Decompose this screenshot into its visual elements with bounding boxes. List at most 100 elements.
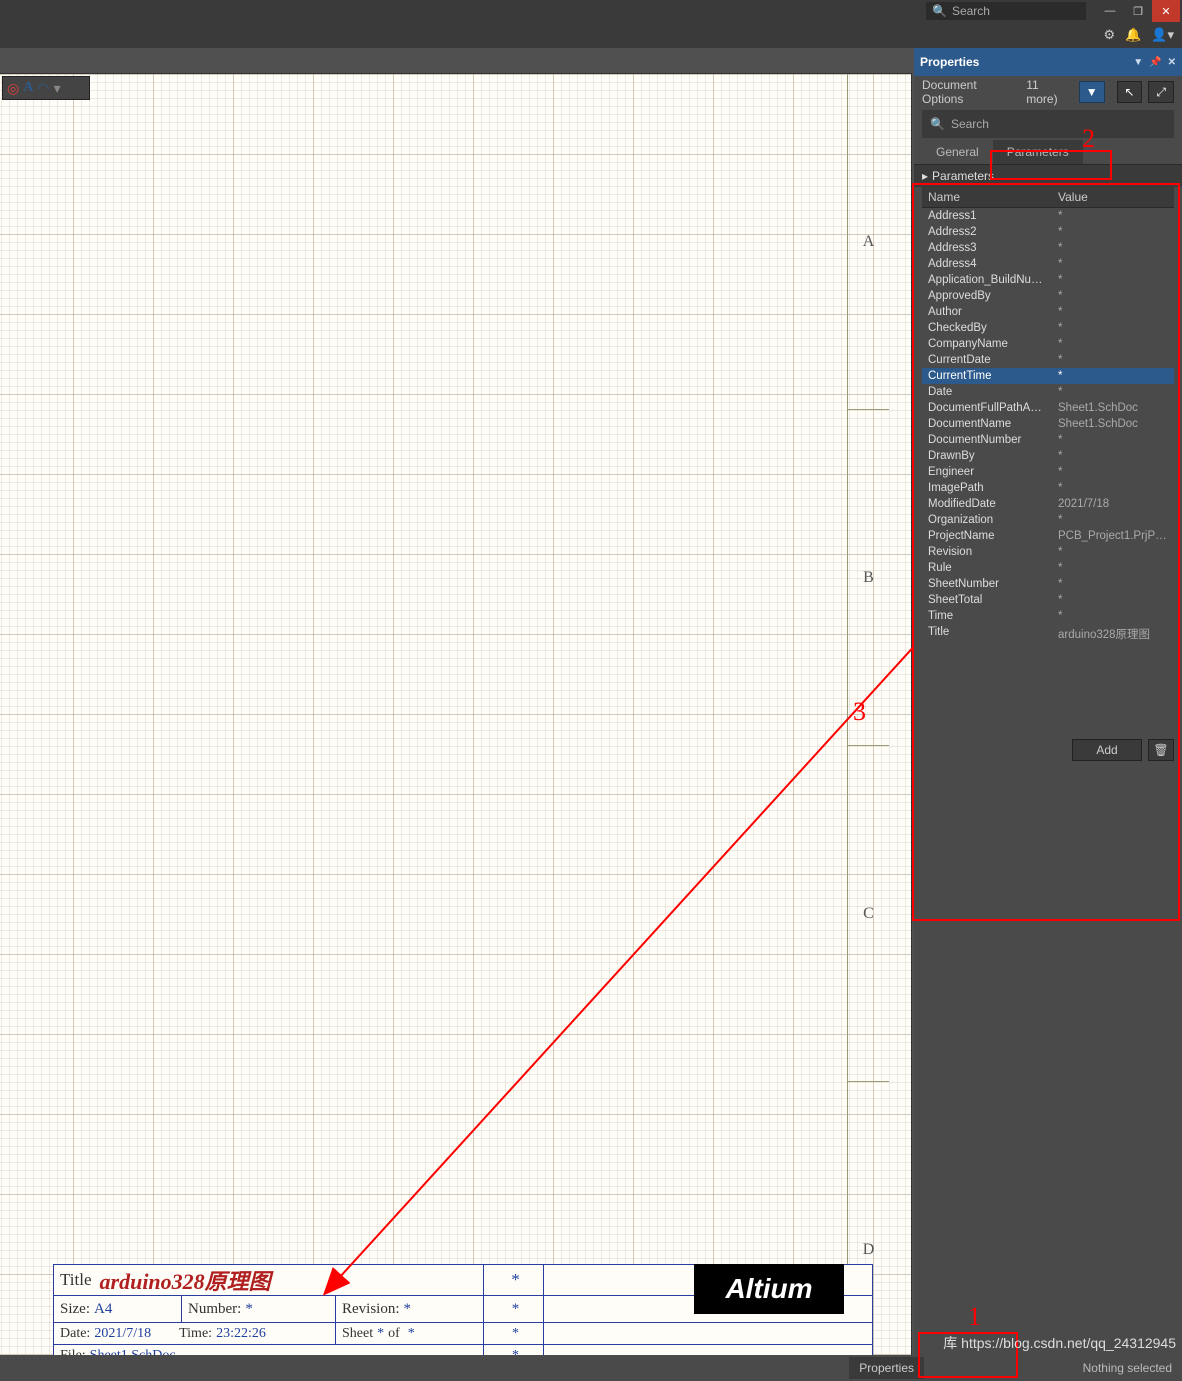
param-value: *	[1052, 560, 1174, 576]
param-row[interactable]: ImagePath*	[922, 480, 1174, 496]
param-row[interactable]: Address1*	[922, 208, 1174, 224]
user-icon[interactable]: 👤▾	[1151, 27, 1174, 43]
maximize-button[interactable]: ❐	[1124, 0, 1152, 22]
param-value: *	[1052, 368, 1174, 384]
param-row[interactable]: Time*	[922, 608, 1174, 624]
param-row[interactable]: DocumentFullPathAndNameSheet1.SchDoc	[922, 400, 1174, 416]
panel-dropdown-icon[interactable]: ▼	[1133, 57, 1143, 68]
annotation-label-2: 2	[1082, 124, 1095, 154]
target-icon[interactable]: ◎	[7, 80, 19, 97]
minimize-button[interactable]: —	[1096, 0, 1124, 22]
param-value: PCB_Project1.PrjPCB	[1052, 528, 1174, 544]
properties-panel: Properties ▼ 📌 ✕ Document Options 11 mor…	[914, 48, 1182, 1355]
param-name: Revision	[922, 544, 1052, 560]
gear-icon[interactable]: ⚙	[1103, 27, 1115, 43]
schematic-sheet: A B C D 3 4 Title arduino328原理图 *	[0, 73, 912, 1355]
expand-button[interactable]: ⤢	[1148, 81, 1174, 103]
param-value: *	[1052, 256, 1174, 272]
pick-button[interactable]: ↖	[1117, 81, 1143, 103]
param-row[interactable]: Author*	[922, 304, 1174, 320]
param-row[interactable]: DocumentNumber*	[922, 432, 1174, 448]
tab-parameters[interactable]: Parameters	[993, 140, 1083, 164]
param-name: ApprovedBy	[922, 288, 1052, 304]
title-label: Title	[60, 1270, 92, 1290]
param-name: Address4	[922, 256, 1052, 272]
param-name: SheetTotal	[922, 592, 1052, 608]
col-name[interactable]: Name	[922, 187, 1052, 207]
add-button[interactable]: Add	[1072, 739, 1142, 761]
param-value: *	[1052, 224, 1174, 240]
param-value: *	[1052, 576, 1174, 592]
param-row[interactable]: ApprovedBy*	[922, 288, 1174, 304]
parameters-group-header[interactable]: ▸ Parameters	[914, 165, 1182, 187]
annotation-label-1: 1	[968, 1302, 981, 1332]
param-row[interactable]: Engineer*	[922, 464, 1174, 480]
param-row[interactable]: ProjectNamePCB_Project1.PrjPCB	[922, 528, 1174, 544]
panel-search[interactable]: 🔍 Search	[922, 110, 1174, 138]
param-value: 2021/7/18	[1052, 496, 1174, 512]
param-name: Engineer	[922, 464, 1052, 480]
text-tool-icon[interactable]: A	[23, 80, 33, 96]
close-button[interactable]: ✕	[1152, 0, 1180, 22]
param-name: SheetNumber	[922, 576, 1052, 592]
param-row[interactable]: Titlearduino328原理图	[922, 624, 1174, 644]
title-value: arduino328原理图	[100, 1264, 271, 1296]
param-row[interactable]: SheetTotal*	[922, 592, 1174, 608]
window-controls: — ❐ ✕	[1096, 0, 1180, 22]
param-value: *	[1052, 208, 1174, 224]
tab-general[interactable]: General	[922, 140, 993, 164]
param-value: *	[1052, 592, 1174, 608]
param-value: *	[1052, 304, 1174, 320]
param-value: *	[1052, 320, 1174, 336]
panel-header[interactable]: Properties ▼ 📌 ✕	[914, 48, 1182, 76]
param-row[interactable]: Date*	[922, 384, 1174, 400]
param-row[interactable]: CurrentDate*	[922, 352, 1174, 368]
panel-title: Properties	[920, 55, 979, 69]
param-row[interactable]: Address2*	[922, 224, 1174, 240]
param-name: Address3	[922, 240, 1052, 256]
param-row[interactable]: Address4*	[922, 256, 1174, 272]
param-name: Rule	[922, 560, 1052, 576]
schematic-canvas[interactable]: ◎ A ◠ ▾ A B C D 3 4 Title arduino328原理图	[0, 48, 914, 1355]
param-row[interactable]: ModifiedDate2021/7/18	[922, 496, 1174, 512]
floating-toolbar[interactable]: ◎ A ◠ ▾	[2, 76, 90, 100]
param-row[interactable]: Organization*	[922, 512, 1174, 528]
col-value[interactable]: Value	[1052, 187, 1174, 207]
param-row[interactable]: Rule*	[922, 560, 1174, 576]
param-row[interactable]: Revision*	[922, 544, 1174, 560]
param-value: *	[1052, 384, 1174, 400]
param-name: Application_BuildNumber	[922, 272, 1052, 288]
global-search[interactable]: 🔍 Search	[926, 2, 1086, 20]
param-row[interactable]: CheckedBy*	[922, 320, 1174, 336]
param-name: DocumentFullPathAndName	[922, 400, 1052, 416]
param-row[interactable]: Address3*	[922, 240, 1174, 256]
param-row[interactable]: DocumentNameSheet1.SchDoc	[922, 416, 1174, 432]
panel-close-icon[interactable]: ✕	[1168, 57, 1176, 68]
panel-pin-icon[interactable]: 📌	[1149, 57, 1161, 68]
dropdown-icon[interactable]: ▾	[54, 80, 61, 97]
group-label: Parameters	[932, 169, 994, 183]
param-row[interactable]: CompanyName*	[922, 336, 1174, 352]
bell-icon[interactable]: 🔔	[1125, 27, 1141, 43]
delete-button[interactable]: 🗑	[1148, 739, 1174, 761]
status-tab-properties[interactable]: Properties	[849, 1357, 924, 1379]
param-value: arduino328原理图	[1052, 624, 1174, 644]
param-name: CheckedBy	[922, 320, 1052, 336]
filter-button[interactable]: ▼	[1079, 81, 1105, 103]
doc-more: 11 more)	[1026, 78, 1073, 106]
param-row[interactable]: SheetNumber*	[922, 576, 1174, 592]
param-row[interactable]: CurrentTime*	[922, 368, 1174, 384]
param-value: *	[1052, 464, 1174, 480]
arc-tool-icon[interactable]: ◠	[37, 80, 49, 97]
watermark: 库 https://blog.csdn.net/qq_24312945	[943, 1333, 1176, 1353]
param-name: ModifiedDate	[922, 496, 1052, 512]
param-value: *	[1052, 544, 1174, 560]
status-nothing: Nothing selected	[1083, 1361, 1172, 1375]
param-name: Author	[922, 304, 1052, 320]
param-column-headers[interactable]: Name Value	[922, 187, 1174, 208]
param-value: Sheet1.SchDoc	[1052, 400, 1174, 416]
param-row[interactable]: Application_BuildNumber*	[922, 272, 1174, 288]
param-row[interactable]: DrawnBy*	[922, 448, 1174, 464]
param-value: *	[1052, 352, 1174, 368]
doc-options-label: Document Options	[922, 78, 1020, 106]
